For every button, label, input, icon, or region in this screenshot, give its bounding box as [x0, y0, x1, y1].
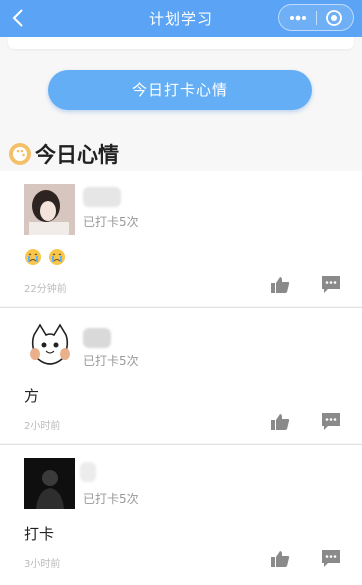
crying-face-icon [25, 248, 41, 265]
avatar[interactable] [24, 184, 75, 235]
username-blurred [80, 462, 96, 482]
checkin-count: 已打卡5次 [83, 354, 139, 368]
top-card [8, 37, 354, 49]
mood-post: 已打卡5次 22分钟前 [0, 171, 362, 306]
nav-bar: 计划学习 [0, 0, 362, 37]
avatar[interactable] [24, 458, 75, 509]
section-title: 今日心情 [35, 143, 119, 167]
checkin-mood-button[interactable]: 今日打卡心情 [48, 70, 312, 110]
username-blurred [83, 328, 111, 348]
post-time: 3小时前 [24, 559, 61, 570]
crying-face-icon [49, 248, 65, 265]
post-content: 打卡 [24, 525, 55, 543]
post-time: 2小时前 [24, 421, 61, 432]
like-icon[interactable] [270, 550, 290, 568]
like-icon[interactable] [270, 413, 290, 431]
palette-icon [9, 143, 31, 165]
post-time: 22分钟前 [24, 284, 67, 295]
comment-icon[interactable] [322, 413, 340, 430]
checkin-count: 已打卡5次 [83, 492, 139, 506]
post-content: 方 [24, 387, 40, 405]
comment-icon[interactable] [322, 276, 340, 293]
mood-post: 已打卡5次 方 2小时前 [0, 308, 362, 443]
close-target-icon[interactable] [325, 9, 343, 27]
capsule-divider [316, 11, 317, 25]
post-content [24, 247, 72, 266]
mini-program-capsule [278, 4, 354, 31]
more-icon[interactable] [288, 9, 308, 27]
avatar[interactable] [24, 321, 75, 372]
like-icon[interactable] [270, 276, 290, 294]
checkin-count: 已打卡5次 [83, 215, 139, 229]
mood-post: 已打卡5次 打卡 3小时前 [0, 445, 362, 585]
comment-icon[interactable] [322, 550, 340, 567]
username-blurred [83, 187, 121, 207]
